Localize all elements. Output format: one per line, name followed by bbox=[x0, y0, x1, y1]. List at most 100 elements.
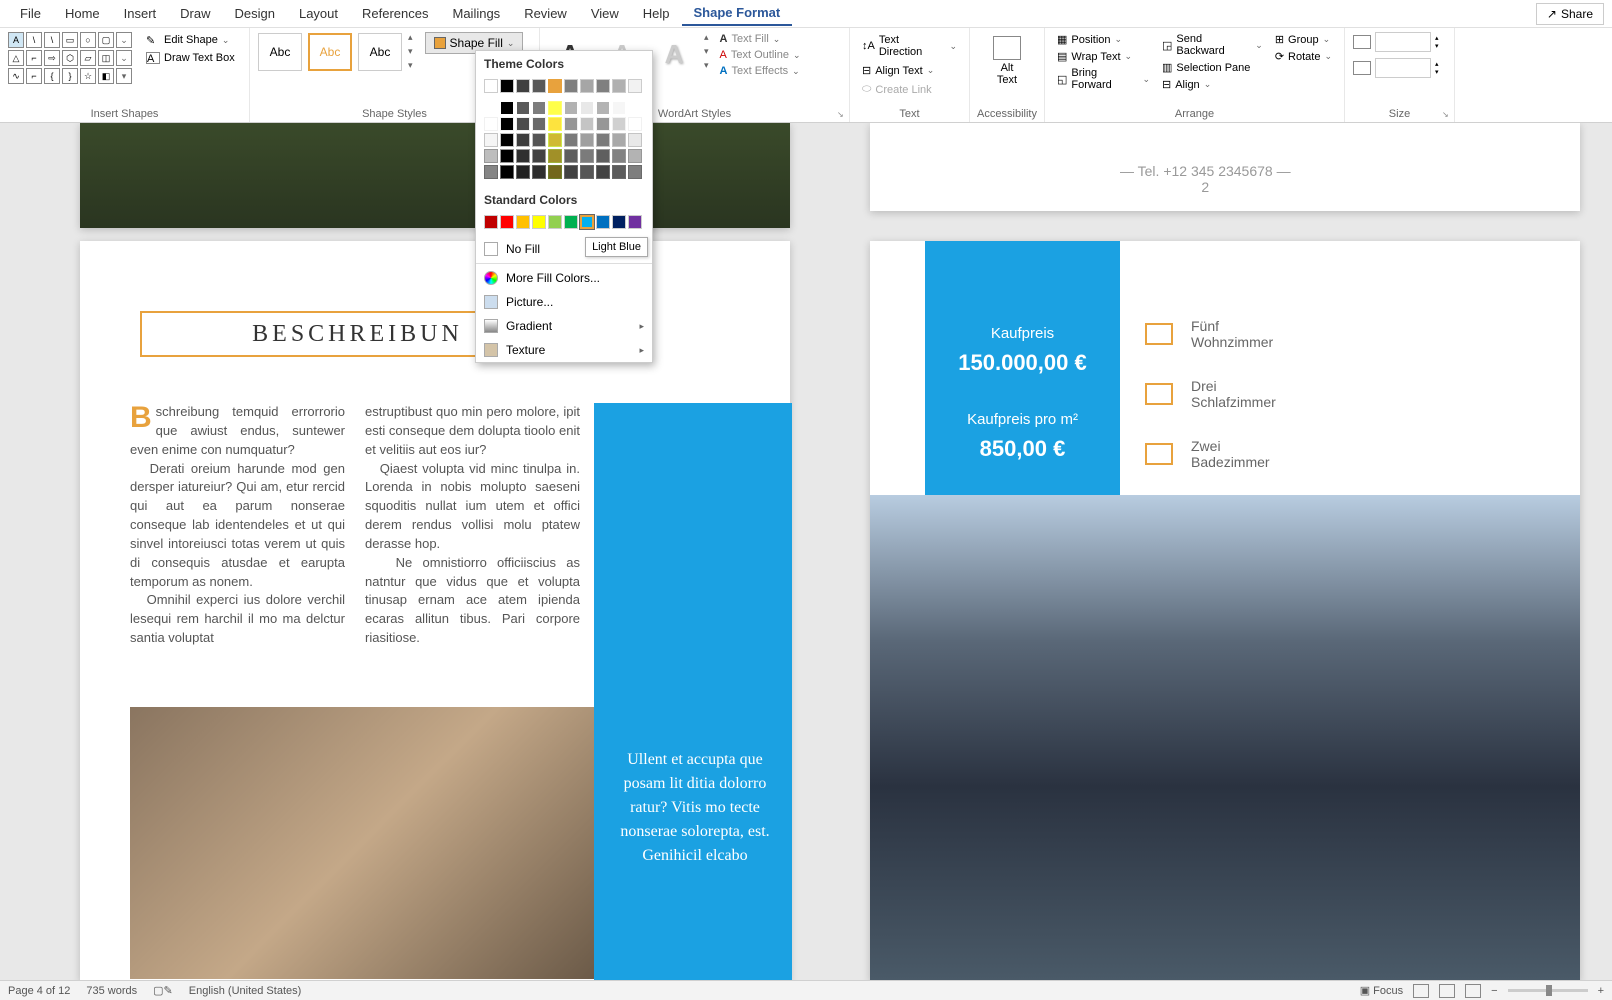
tab-help[interactable]: Help bbox=[631, 2, 682, 25]
brace-shape-icon[interactable]: { bbox=[44, 68, 60, 84]
shape-style-3[interactable]: Abc bbox=[358, 33, 402, 71]
width-input[interactable] bbox=[1375, 58, 1431, 78]
tint-3-8[interactable] bbox=[612, 149, 626, 163]
tint-0-7[interactable] bbox=[596, 101, 610, 115]
text-fill-button[interactable]: AText Fill⌄ bbox=[719, 32, 802, 46]
triangle-shape-icon[interactable]: △ bbox=[8, 50, 24, 66]
tint-2-7[interactable] bbox=[596, 133, 610, 147]
tab-insert[interactable]: Insert bbox=[112, 2, 169, 25]
width-up[interactable]: ▴ bbox=[1435, 60, 1439, 68]
tab-home[interactable]: Home bbox=[53, 2, 112, 25]
tint-2-9[interactable] bbox=[628, 133, 642, 147]
rotate-button[interactable]: ⟳Rotate⌄ bbox=[1271, 49, 1336, 64]
tint-1-7[interactable] bbox=[596, 117, 610, 131]
tab-mailings[interactable]: Mailings bbox=[441, 2, 513, 25]
wrap-text-button[interactable]: ▤Wrap Text⌄ bbox=[1053, 49, 1154, 64]
tint-2-1[interactable] bbox=[500, 133, 514, 147]
theme-color-3[interactable] bbox=[532, 79, 546, 93]
textbox-shape-icon[interactable]: A bbox=[8, 32, 24, 48]
language-indicator[interactable]: English (United States) bbox=[189, 985, 302, 997]
rect-shape-icon[interactable]: ▭ bbox=[62, 32, 78, 48]
standard-color-5[interactable] bbox=[564, 215, 578, 229]
read-mode-icon[interactable] bbox=[1413, 984, 1429, 998]
tint-0-6[interactable] bbox=[580, 101, 594, 115]
tint-4-8[interactable] bbox=[612, 165, 626, 179]
tint-0-5[interactable] bbox=[564, 101, 578, 115]
shape-gallery[interactable]: A \ \ ▭ ○ ▢ ⌄ △ ⌐ ⇨ ⬡ ▱ ◫ ⌄ ∿ ⌐ { } ☆ ◧ bbox=[8, 32, 132, 84]
tab-layout[interactable]: Layout bbox=[287, 2, 350, 25]
selected-blue-rectangle[interactable] bbox=[594, 403, 792, 980]
wa-more[interactable]: ▾ bbox=[704, 60, 709, 71]
tab-design[interactable]: Design bbox=[223, 2, 287, 25]
alt-text-button[interactable]: AltText bbox=[989, 32, 1025, 90]
tint-4-4[interactable] bbox=[548, 165, 562, 179]
tab-shape-format[interactable]: Shape Format bbox=[682, 1, 793, 26]
line2-shape-icon[interactable]: \ bbox=[44, 32, 60, 48]
style-prev[interactable]: ▴ bbox=[408, 32, 413, 43]
word-count[interactable]: 735 words bbox=[86, 985, 137, 997]
tint-2-6[interactable] bbox=[580, 133, 594, 147]
elbow-shape-icon[interactable]: ⌐ bbox=[26, 68, 42, 84]
tint-4-3[interactable] bbox=[532, 165, 546, 179]
tint-2-3[interactable] bbox=[532, 133, 546, 147]
wa-next[interactable]: ▾ bbox=[704, 46, 709, 57]
tint-0-0[interactable] bbox=[484, 101, 498, 115]
theme-color-2[interactable] bbox=[516, 79, 530, 93]
tint-4-2[interactable] bbox=[516, 165, 530, 179]
group-button[interactable]: ⊞Group⌄ bbox=[1271, 32, 1336, 47]
standard-color-7[interactable] bbox=[596, 215, 610, 229]
selection-pane-button[interactable]: ▥Selection Pane bbox=[1158, 60, 1267, 75]
text-direction-button[interactable]: ↕AText Direction⌄ bbox=[858, 32, 961, 60]
gradient-fill-item[interactable]: Gradient▸ bbox=[476, 314, 652, 338]
tint-1-5[interactable] bbox=[564, 117, 578, 131]
hexagon-shape-icon[interactable]: ⬡ bbox=[62, 50, 78, 66]
print-layout-icon[interactable] bbox=[1439, 984, 1455, 998]
brace2-shape-icon[interactable]: } bbox=[62, 68, 78, 84]
tint-4-0[interactable] bbox=[484, 165, 498, 179]
standard-color-9[interactable] bbox=[628, 215, 642, 229]
picture-fill-item[interactable]: Picture... bbox=[476, 290, 652, 314]
tint-2-5[interactable] bbox=[564, 133, 578, 147]
tint-0-2[interactable] bbox=[516, 101, 530, 115]
bring-forward-button[interactable]: ◱Bring Forward⌄ bbox=[1053, 66, 1154, 92]
standard-color-2[interactable] bbox=[516, 215, 530, 229]
tint-4-5[interactable] bbox=[564, 165, 578, 179]
share-button[interactable]: ↗Share bbox=[1536, 3, 1604, 25]
tint-3-6[interactable] bbox=[580, 149, 594, 163]
height-down[interactable]: ▾ bbox=[1435, 42, 1439, 50]
wordart-style-3[interactable]: A bbox=[652, 32, 696, 76]
tint-1-1[interactable] bbox=[500, 117, 514, 131]
standard-color-3[interactable] bbox=[532, 215, 546, 229]
shape-gallery-more[interactable]: ▾ bbox=[116, 68, 132, 84]
arrow-shape-icon[interactable]: ⇨ bbox=[44, 50, 60, 66]
theme-color-5[interactable] bbox=[564, 79, 578, 93]
edit-shape-button[interactable]: ✎Edit Shape⌄ bbox=[144, 32, 237, 48]
flag-shape-icon[interactable]: ◫ bbox=[98, 50, 114, 66]
tab-references[interactable]: References bbox=[350, 2, 440, 25]
proofing-icon[interactable]: ▢✎ bbox=[153, 984, 173, 997]
tint-1-9[interactable] bbox=[628, 117, 642, 131]
size-launcher[interactable]: ↘ bbox=[1442, 110, 1452, 120]
texture-fill-item[interactable]: Texture▸ bbox=[476, 338, 652, 362]
tint-2-8[interactable] bbox=[612, 133, 626, 147]
document-canvas[interactable]: — Tel. +12 345 2345678 —2 BESCHREIBUN Bs… bbox=[0, 123, 1612, 980]
text-outline-button[interactable]: AText Outline⌄ bbox=[719, 48, 802, 62]
standard-color-8[interactable] bbox=[612, 215, 626, 229]
tint-1-3[interactable] bbox=[532, 117, 546, 131]
more-fill-colors-item[interactable]: More Fill Colors... bbox=[476, 266, 652, 290]
tint-1-4[interactable] bbox=[548, 117, 562, 131]
line-shape-icon[interactable]: \ bbox=[26, 32, 42, 48]
standard-color-4[interactable] bbox=[548, 215, 562, 229]
tint-3-0[interactable] bbox=[484, 149, 498, 163]
web-layout-icon[interactable] bbox=[1465, 984, 1481, 998]
tint-1-2[interactable] bbox=[516, 117, 530, 131]
tint-0-4[interactable] bbox=[548, 101, 562, 115]
tint-3-5[interactable] bbox=[564, 149, 578, 163]
tint-2-0[interactable] bbox=[484, 133, 498, 147]
position-button[interactable]: ▦Position⌄ bbox=[1053, 32, 1154, 47]
tint-4-7[interactable] bbox=[596, 165, 610, 179]
curve-shape-icon[interactable]: ∿ bbox=[8, 68, 24, 84]
tint-1-6[interactable] bbox=[580, 117, 594, 131]
theme-color-4[interactable] bbox=[548, 79, 562, 93]
theme-color-1[interactable] bbox=[500, 79, 514, 93]
